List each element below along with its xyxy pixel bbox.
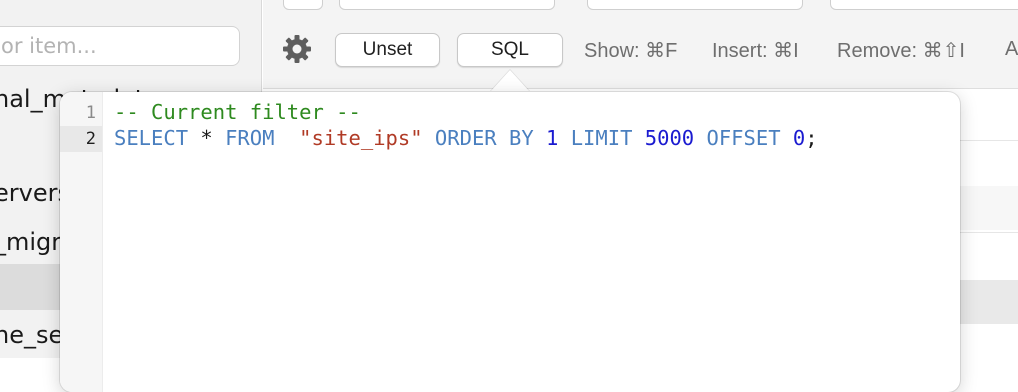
- code-line-1[interactable]: -- Current filter --: [114, 99, 361, 125]
- sql-semicolon: ;: [805, 126, 818, 150]
- remove-shortcut-hint: Remove: ⌘⇧I: [837, 40, 965, 62]
- operator-select[interactable]: [587, 0, 803, 10]
- sql-button[interactable]: SQL: [457, 33, 563, 67]
- line-number-current: 2: [85, 129, 96, 149]
- gear-icon[interactable]: [281, 33, 313, 65]
- table-row-divider: [960, 140, 1018, 141]
- sql-order-number: 1: [546, 126, 559, 150]
- line-number: 1: [85, 103, 96, 123]
- sidebar-search-input[interactable]: or item...: [0, 26, 240, 66]
- sql-keyword-offset: OFFSET: [706, 126, 781, 150]
- table-row-selected[interactable]: [960, 280, 1018, 324]
- code-line-2[interactable]: SELECT * FROM "site_ips" ORDER BY 1 LIMI…: [114, 125, 818, 151]
- table-row-divider: [960, 232, 1018, 233]
- unset-button[interactable]: Unset: [335, 33, 440, 67]
- sql-keyword-from: FROM: [225, 126, 275, 150]
- sql-limit-number: 5000: [644, 126, 695, 150]
- sql-keyword-select: SELECT: [114, 126, 189, 150]
- sql-popover: 1 2 -- Current filter -- SELECT * FROM "…: [60, 92, 960, 392]
- sql-star: *: [188, 126, 226, 150]
- insert-shortcut-hint: Insert: ⌘I: [712, 40, 799, 62]
- popover-arrow: [490, 70, 530, 92]
- column-select[interactable]: [339, 0, 555, 10]
- table-row[interactable]: [960, 186, 1018, 230]
- sql-comment: -- Current filter --: [114, 100, 361, 124]
- sql-table-name: "site_ips": [299, 126, 423, 150]
- sql-keyword-order-by: ORDER BY: [434, 126, 534, 150]
- checkbox[interactable]: [283, 0, 323, 10]
- sql-keyword-limit: LIMIT: [570, 126, 633, 150]
- show-shortcut-hint: Show: ⌘F: [584, 40, 678, 62]
- sql-offset-number: 0: [792, 126, 806, 150]
- filter-field[interactable]: [830, 0, 1018, 10]
- overflow-hint: A: [1005, 38, 1018, 60]
